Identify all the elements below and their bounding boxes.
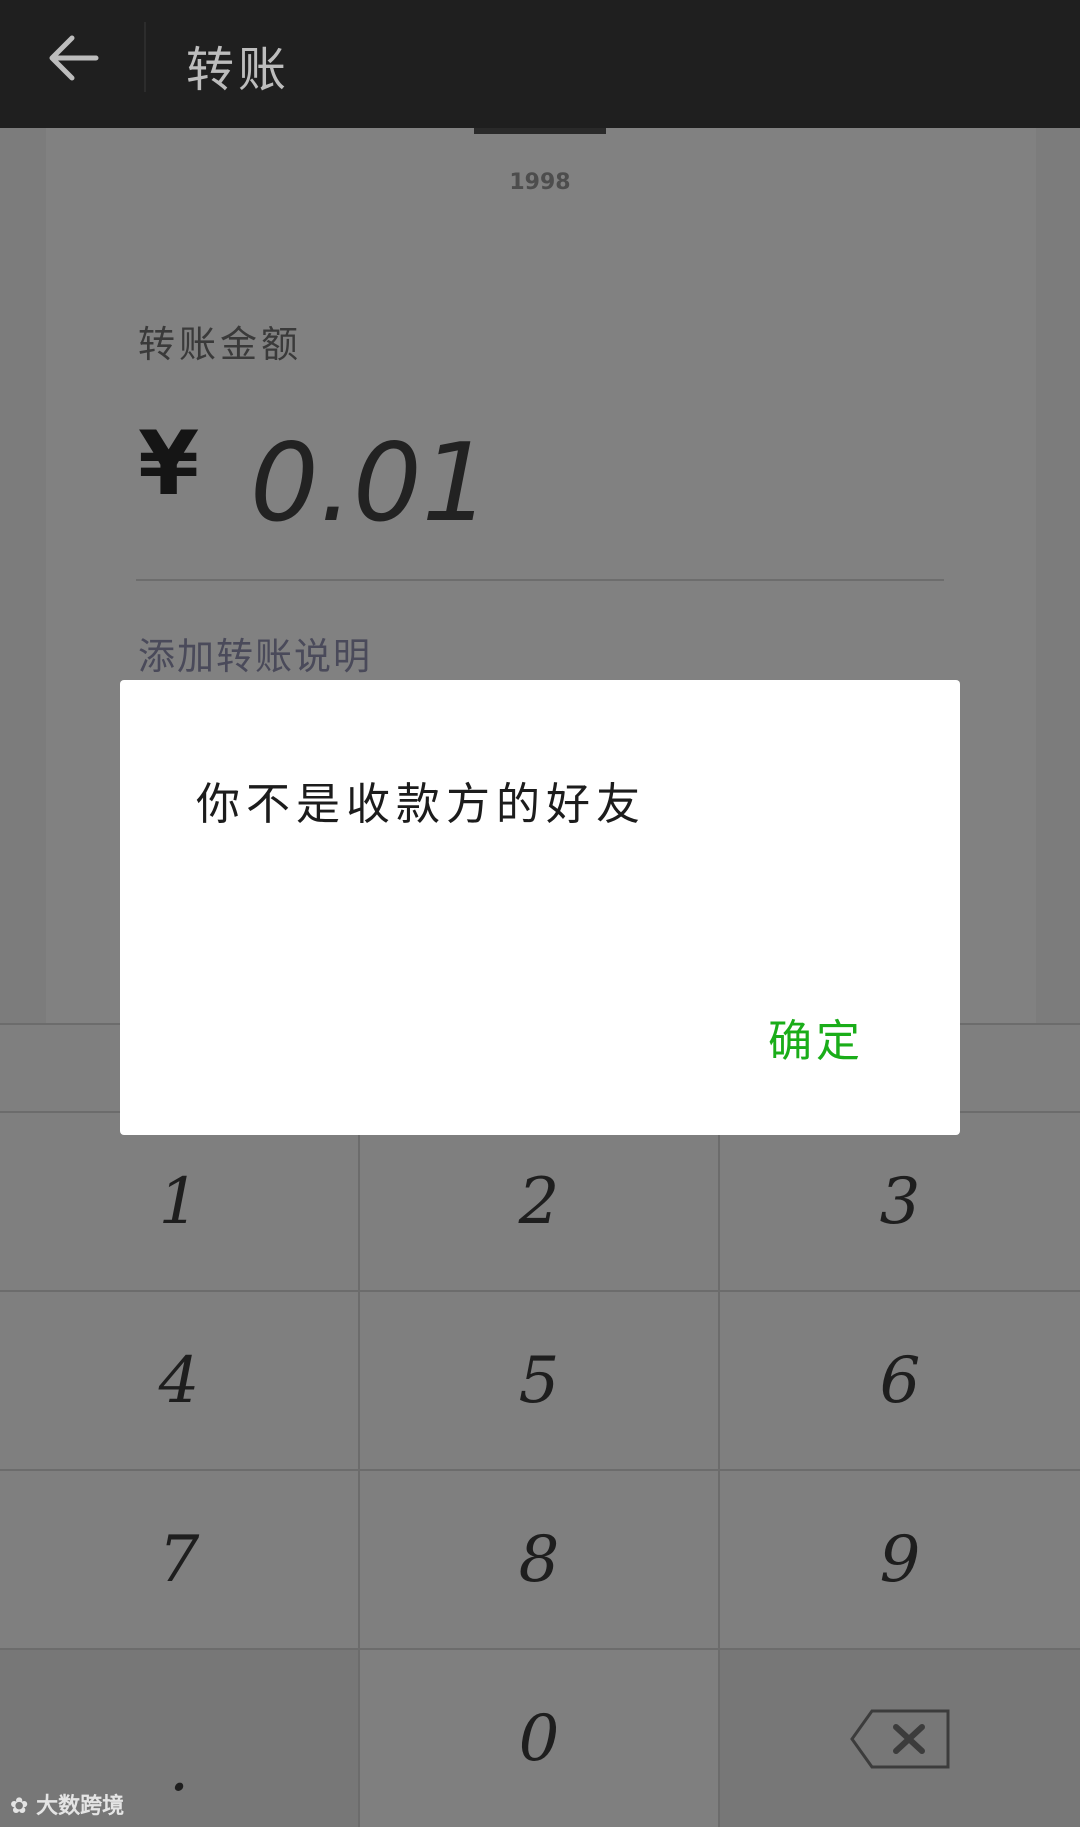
- key-3[interactable]: 3: [720, 1113, 1080, 1292]
- key-label: 7: [158, 1522, 200, 1597]
- number-keypad: 1 2 3 4 5 6 7 8 9 . 0: [0, 1023, 1080, 1827]
- add-description-link[interactable]: 添加转账说明: [138, 626, 372, 680]
- key-label: 9: [879, 1522, 921, 1597]
- amount-input[interactable]: 0.01: [250, 430, 490, 538]
- key-label: 2: [518, 1164, 560, 1239]
- key-5[interactable]: 5: [360, 1292, 720, 1471]
- key-label: 1: [158, 1164, 200, 1239]
- backspace-icon: [850, 1709, 950, 1768]
- watermark-logo-icon: ✿: [10, 1794, 37, 1819]
- key-7[interactable]: 7: [0, 1471, 360, 1650]
- key-6[interactable]: 6: [720, 1292, 1080, 1471]
- key-8[interactable]: 8: [360, 1471, 720, 1650]
- top-bar-divider: [144, 22, 146, 92]
- key-1[interactable]: 1: [0, 1113, 360, 1292]
- top-bar: 转账: [0, 0, 1080, 128]
- key-label: 5: [518, 1343, 560, 1418]
- amount-underline: [136, 579, 944, 581]
- key-label: .: [168, 1731, 190, 1806]
- watermark-text: 大数跨境: [36, 1794, 125, 1819]
- key-label: 4: [158, 1343, 200, 1418]
- dialog-message: 你不是收款方的好友: [196, 779, 646, 830]
- confirm-button[interactable]: 确定: [768, 1005, 864, 1069]
- amount-label: 转账金额: [138, 323, 302, 366]
- avatar: [474, 128, 606, 134]
- key-4[interactable]: 4: [0, 1292, 360, 1471]
- back-arrow-icon[interactable]: [44, 28, 104, 88]
- page-title: 转账: [186, 42, 291, 98]
- key-label: 8: [518, 1522, 560, 1597]
- alert-dialog: 你不是收款方的好友 确定: [120, 680, 960, 1135]
- key-label: 0: [518, 1701, 560, 1776]
- key-0[interactable]: 0: [360, 1650, 720, 1827]
- delete-key[interactable]: [720, 1650, 1080, 1827]
- watermark: ✿ 大数跨境: [10, 1788, 124, 1820]
- currency-symbol: ¥: [138, 412, 200, 515]
- key-9[interactable]: 9: [720, 1471, 1080, 1650]
- recipient-name: 1998: [509, 170, 571, 195]
- key-2[interactable]: 2: [360, 1113, 720, 1292]
- key-label: 6: [879, 1343, 921, 1418]
- key-label: 3: [879, 1164, 921, 1239]
